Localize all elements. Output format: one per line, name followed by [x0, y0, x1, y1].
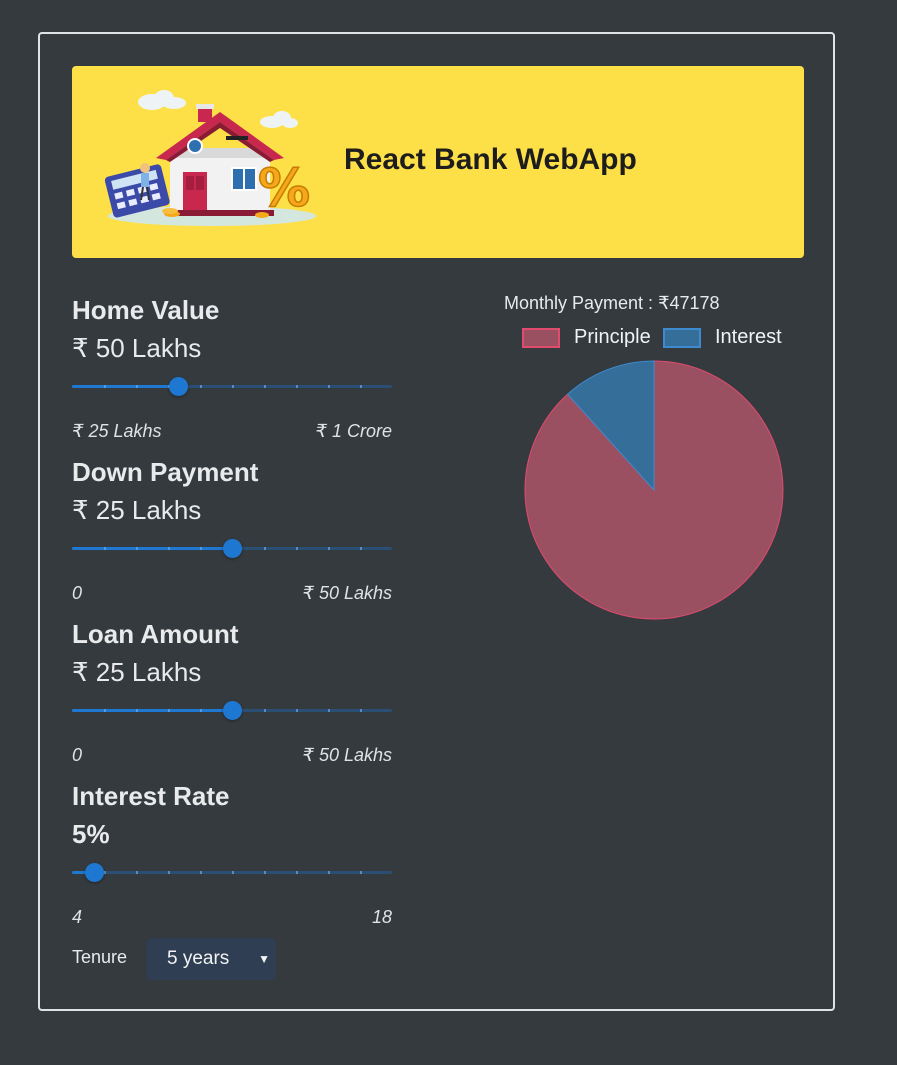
slider-mark	[232, 871, 234, 874]
monthly-payment: Monthly Payment : ₹47178	[504, 293, 720, 313]
slider-mark	[296, 709, 298, 712]
down-payment-amount: ₹ 25 Lakhs	[72, 495, 202, 525]
loan-amount-range: 0 ₹ 50 Lakhs	[72, 745, 392, 767]
slider-mark	[104, 709, 106, 712]
slider-mark	[200, 709, 202, 712]
loan-amount-value: ₹ 25 Lakhs	[72, 657, 202, 687]
slider-mark	[296, 547, 298, 550]
house-savings-illustration: %	[104, 90, 316, 226]
slider-track	[72, 547, 232, 550]
slider-mark	[136, 709, 138, 712]
slider-mark	[168, 709, 170, 712]
interest-rate-slider[interactable]	[72, 860, 392, 884]
down-payment-range: 0 ₹ 50 Lakhs	[72, 583, 392, 605]
interest-rate-range: 4 18	[72, 907, 392, 929]
legend-swatch-interest	[663, 328, 701, 348]
slider-mark	[328, 871, 330, 874]
slider-mark	[200, 385, 202, 388]
slider-track	[72, 385, 179, 388]
slider-mark	[104, 385, 106, 388]
range-max-label: ₹ 1 Crore	[315, 421, 392, 441]
slider-mark	[200, 547, 202, 550]
slider-thumb[interactable]	[85, 863, 105, 882]
home-value-amount: ₹ 50 Lakhs	[72, 333, 202, 363]
slider-track	[72, 709, 232, 712]
slider-thumb[interactable]	[169, 377, 189, 396]
slider-mark	[168, 547, 170, 550]
slider-mark	[200, 871, 202, 874]
slider-thumb[interactable]	[222, 701, 242, 720]
home-value-slider[interactable]	[72, 374, 392, 398]
slider-mark	[360, 547, 362, 550]
slider-mark	[360, 385, 362, 388]
slider-mark	[264, 871, 266, 874]
range-max-label: ₹ 50 Lakhs	[302, 745, 392, 765]
slider-mark	[360, 871, 362, 874]
range-max-label: 18	[371, 907, 392, 927]
tenure-selected-value: 5 years	[167, 948, 230, 969]
slider-mark	[136, 385, 138, 388]
slider-mark	[328, 385, 330, 388]
down-payment-label: Down Payment	[72, 457, 259, 487]
legend-swatch-principle	[522, 328, 560, 348]
tenure-label: Tenure	[72, 947, 128, 967]
header-banner: % React Bank WebApp	[72, 66, 804, 258]
slider-mark	[360, 709, 362, 712]
home-value-range: ₹ 25 Lakhs ₹ 1 Crore	[72, 421, 392, 443]
interest-rate-value: 5%	[72, 819, 110, 849]
slider-mark	[264, 385, 266, 388]
slider-mark	[296, 871, 298, 874]
slider-mark	[168, 871, 170, 874]
slider-mark	[296, 385, 298, 388]
range-min-label: ₹ 25 Lakhs	[72, 421, 162, 441]
range-min-label: 4	[72, 907, 83, 927]
slider-mark	[264, 547, 266, 550]
slider-mark	[328, 547, 330, 550]
slider-mark	[136, 547, 138, 550]
range-max-label: ₹ 50 Lakhs	[302, 583, 392, 603]
range-min-label: 0	[72, 745, 83, 765]
slider-mark	[104, 871, 106, 874]
loan-amount-slider[interactable]	[72, 698, 392, 722]
chevron-down-icon: ▼	[258, 952, 270, 966]
legend-label-principle: Principle	[574, 326, 651, 348]
app-title: React Bank WebApp	[344, 143, 637, 176]
slider-mark	[104, 547, 106, 550]
range-min-label: 0	[72, 583, 83, 603]
slider-mark	[232, 385, 234, 388]
payment-pie-chart	[524, 360, 784, 620]
tenure-select[interactable]: 5 years ▼	[146, 938, 276, 980]
legend-label-interest: Interest	[715, 326, 782, 348]
slider-mark	[136, 871, 138, 874]
slider-thumb[interactable]	[222, 539, 242, 558]
slider-mark	[328, 709, 330, 712]
interest-rate-label: Interest Rate	[72, 781, 230, 811]
slider-mark	[264, 709, 266, 712]
svg-text:%: %	[258, 159, 310, 219]
down-payment-slider[interactable]	[72, 536, 392, 560]
loan-amount-label: Loan Amount	[72, 619, 239, 649]
home-value-label: Home Value	[72, 295, 220, 325]
